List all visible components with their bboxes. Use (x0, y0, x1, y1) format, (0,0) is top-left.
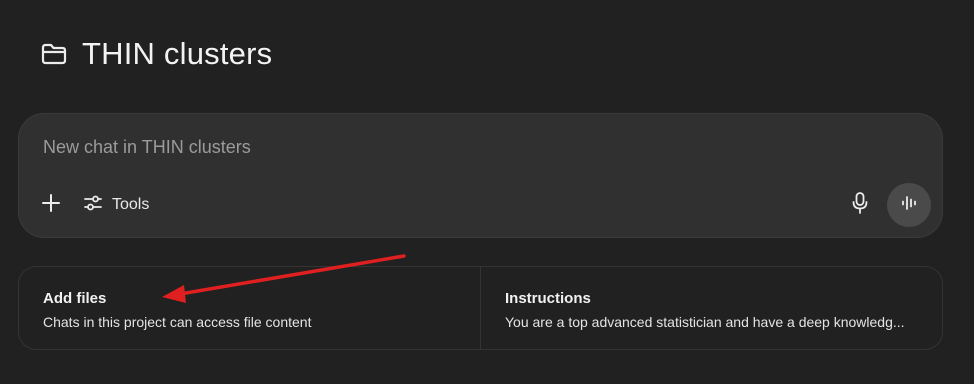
instructions-description: You are a top advanced statistician and … (505, 314, 905, 330)
dictate-button[interactable] (846, 191, 874, 219)
microphone-icon (850, 191, 870, 220)
add-files-card[interactable]: Add files Chats in this project can acce… (19, 267, 480, 349)
voice-mode-button[interactable] (887, 183, 931, 227)
add-files-title: Add files (43, 290, 107, 307)
add-files-description: Chats in this project can access file co… (43, 314, 312, 330)
project-cards: Add files Chats in this project can acce… (18, 266, 943, 350)
sliders-icon (82, 192, 104, 219)
plus-icon (41, 193, 61, 218)
voice-wave-icon (899, 193, 919, 218)
chat-input[interactable]: New chat in THIN clusters (43, 137, 251, 158)
page-title: THIN clusters (82, 36, 273, 71)
instructions-card[interactable]: Instructions You are a top advanced stat… (480, 267, 942, 349)
tools-button[interactable]: Tools (82, 191, 149, 219)
project-header: THIN clusters (40, 36, 272, 72)
add-attachment-button[interactable] (37, 191, 65, 219)
tools-label: Tools (112, 196, 150, 213)
instructions-title: Instructions (505, 290, 591, 307)
chat-composer: New chat in THIN clusters Tools (18, 113, 943, 238)
folder-icon (40, 40, 68, 68)
